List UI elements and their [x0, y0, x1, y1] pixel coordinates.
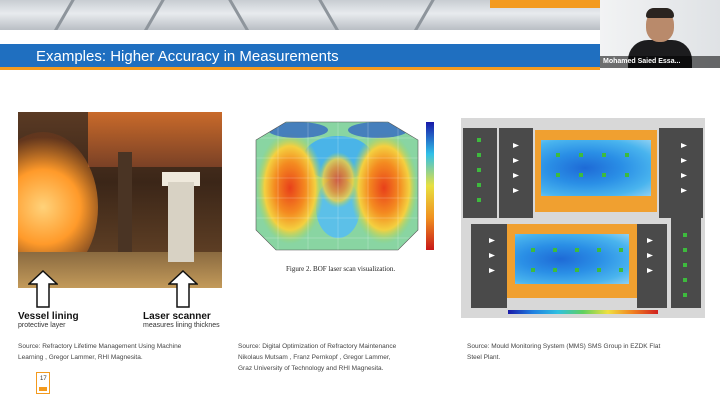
middle-source-text: Source: Digital Optimization of Refracto… [238, 341, 396, 374]
left-source-text: Source: Refractory Lifetime Management U… [18, 341, 181, 363]
vessel-lining-label: Vessel lining [18, 311, 79, 322]
mould-monitoring-screen [461, 118, 705, 318]
source-line: Nikolaus Mutsam , Franz Pernkopf , Grego… [238, 354, 391, 361]
vessel-photo [18, 112, 222, 288]
monitoring-colorbar [508, 310, 658, 314]
slide-title-banner: Examples: Higher Accuracy in Measurement… [0, 44, 600, 70]
webcam-tile[interactable]: Mohamed Saied Essa... [600, 0, 720, 68]
right-source-text: Source: Mould Monitoring System (MMS) SM… [467, 341, 660, 363]
arrow-up-icon [28, 270, 58, 308]
figure-caption: Figure 2. BOF laser scan visualization. [286, 265, 396, 273]
heatmap-colorbar [426, 122, 434, 250]
source-line: Source: Refractory Lifetime Management U… [18, 343, 182, 350]
vessel-lining-sublabel: protective layer [18, 322, 66, 329]
source-line: Learning , Gregor Lammer, RHI Magnesita. [18, 354, 143, 361]
laser-scanner-sublabel: measures lining thicknes [143, 322, 220, 329]
arrow-up-icon [168, 270, 198, 308]
participant-name-label: Mohamed Saied Essa... [600, 56, 720, 68]
laser-scanner-label: Laser scanner [143, 311, 211, 322]
source-line: Steel Plant. [467, 354, 501, 361]
slide-page-number: 17 [36, 372, 50, 394]
source-line: Source: Mould Monitoring System (MMS) SM… [467, 343, 661, 350]
slide-title: Examples: Higher Accuracy in Measurement… [36, 48, 339, 65]
bof-laser-heatmap [238, 118, 438, 256]
source-line: Source: Digital Optimization of Refracto… [238, 343, 397, 350]
page-number-text: 17 [40, 376, 47, 382]
source-line: Graz University of Technology and RHI Ma… [238, 365, 384, 372]
header-accent [490, 0, 600, 8]
laser-scanner-device [168, 182, 194, 262]
